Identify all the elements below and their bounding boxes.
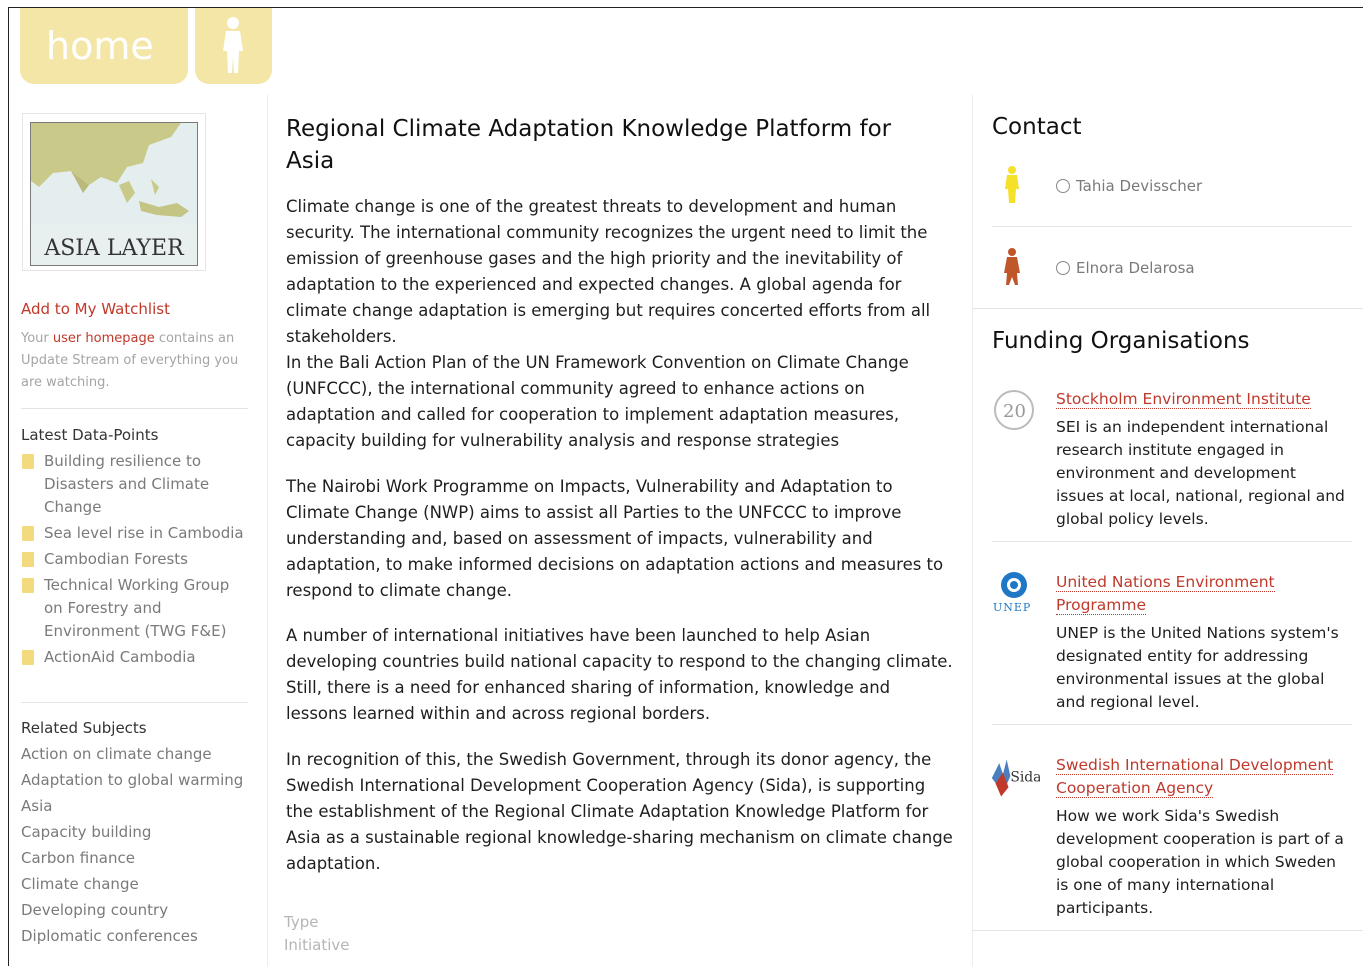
left-divider-2: [21, 702, 248, 703]
org-description: UNEP is the United Nations system's desi…: [1056, 624, 1339, 711]
org-name-link[interactable]: United Nations Environment Programme: [1056, 571, 1346, 617]
org-name-link[interactable]: Swedish International Development Cooper…: [1056, 754, 1346, 800]
page-title: Regional Climate Adaptation Knowledge Pl…: [286, 116, 892, 174]
asia-map-image: ASIA LAYER: [30, 122, 198, 266]
subject-link[interactable]: Adaptation to global warming: [21, 769, 243, 792]
subject-link[interactable]: Climate change: [21, 873, 243, 896]
profile-icon: [1056, 179, 1070, 193]
description-paragraph-4: A number of international initiatives ha…: [286, 626, 953, 723]
contact-item[interactable]: Elnora Delarosa: [992, 247, 1352, 307]
layer-thumbnail[interactable]: ASIA LAYER: [22, 113, 206, 271]
contact-name[interactable]: Tahia Devisscher: [1056, 177, 1202, 195]
column-divider-right: [972, 95, 973, 966]
document-icon: [22, 526, 34, 541]
section-divider: [972, 930, 1363, 931]
contact-divider: [992, 226, 1352, 227]
document-icon: [22, 650, 34, 665]
document-icon: [22, 454, 34, 469]
subject-link[interactable]: Developing country: [21, 899, 243, 922]
document-icon: [22, 552, 34, 567]
svg-text:20: 20: [1003, 401, 1026, 422]
subject-link[interactable]: Capacity building: [21, 821, 243, 844]
add-to-watchlist-link[interactable]: Add to My Watchlist: [21, 300, 170, 318]
sei-logo-icon: 20: [994, 390, 1034, 430]
watchlist-note: Your user homepage contains an Update St…: [21, 328, 249, 394]
org-name-link[interactable]: Stockholm Environment Institute: [1056, 388, 1346, 411]
document-icon: [22, 578, 34, 593]
list-item[interactable]: Building resilience to Disasters and Cli…: [21, 450, 249, 519]
person-icon: [1004, 248, 1020, 285]
org-description: How we work Sida's Swedish development c…: [1056, 807, 1344, 917]
contact-title: Contact: [992, 114, 1082, 140]
description-paragraph-5: In recognition of this, the Swedish Gove…: [286, 750, 953, 873]
org-divider: [992, 724, 1352, 725]
related-subjects-title: Related Subjects: [21, 719, 147, 737]
subject-link[interactable]: Diplomatic conferences: [21, 925, 243, 948]
description-paragraph-2: In the Bali Action Plan of the UN Framew…: [286, 353, 909, 450]
org-divider: [992, 541, 1352, 542]
subject-link[interactable]: Asia: [21, 795, 243, 818]
type-label: Type: [284, 913, 319, 931]
list-item[interactable]: Technical Working Group on Forestry and …: [21, 574, 249, 643]
thumbnail-label: ASIA LAYER: [44, 236, 184, 261]
user-homepage-link[interactable]: user homepage: [53, 331, 155, 346]
subject-link[interactable]: Carbon finance: [21, 847, 243, 870]
list-item[interactable]: ActionAid Cambodia: [21, 646, 249, 669]
user-tab[interactable]: [195, 8, 272, 84]
unep-logo-icon: UNEP: [993, 572, 1031, 614]
description-paragraph-1: Climate change is one of the greatest th…: [286, 197, 931, 346]
contact-name[interactable]: Elnora Delarosa: [1056, 259, 1195, 277]
profile-icon: [1056, 261, 1070, 275]
subject-link[interactable]: Action on climate change: [21, 743, 243, 766]
watch-note-pre: Your: [21, 331, 53, 346]
description-paragraph-3: The Nairobi Work Programme on Impacts, V…: [286, 477, 944, 600]
person-icon: [1005, 166, 1019, 203]
left-border: [8, 7, 9, 966]
org-description: SEI is an independent international rese…: [1056, 418, 1345, 528]
left-divider-1: [21, 408, 248, 409]
latest-data-points-list: Building resilience to Disasters and Cli…: [21, 450, 249, 672]
sida-logo-text: Sida: [1010, 770, 1040, 786]
contact-item[interactable]: Tahia Devisscher: [992, 165, 1352, 225]
list-item[interactable]: Sea level rise in Cambodia: [21, 522, 249, 545]
home-tab[interactable]: home: [20, 8, 188, 84]
latest-data-points-title: Latest Data-Points: [21, 426, 159, 444]
related-subjects-list: Action on climate change Adaptation to g…: [21, 743, 243, 951]
funding-title: Funding Organisations: [992, 328, 1250, 354]
asia-map-icon: [31, 123, 197, 223]
list-item[interactable]: Cambodian Forests: [21, 548, 249, 571]
type-value: Initiative: [284, 936, 350, 954]
column-divider-left: [267, 95, 268, 966]
sida-logo-icon: Sida: [991, 759, 1040, 797]
unep-logo-text: UNEP: [993, 601, 1031, 614]
person-icon: [223, 17, 243, 73]
section-divider: [972, 308, 1363, 309]
